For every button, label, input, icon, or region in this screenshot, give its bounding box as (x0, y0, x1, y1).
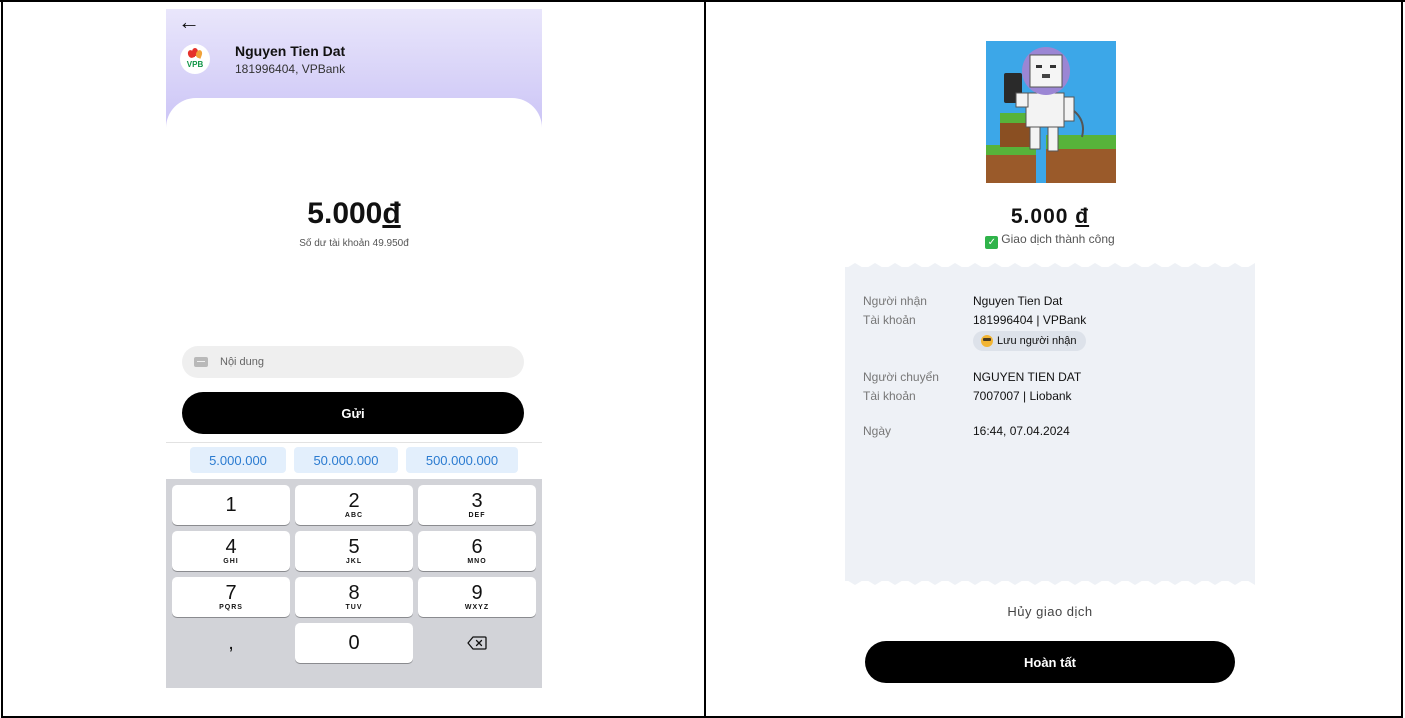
key-letters: DEF (468, 511, 486, 519)
key-4[interactable]: 4 GHI (172, 531, 290, 571)
key-digit: 8 (348, 581, 360, 604)
key-digit: 1 (225, 494, 237, 516)
recipient-account: 181996404, VPBank (235, 62, 346, 76)
key-9[interactable]: 9 WXYZ (418, 577, 536, 617)
receiver-name: Nguyen Tien Dat (973, 294, 1063, 308)
key-letters: WXYZ (464, 603, 490, 611)
amount-display[interactable]: 5.000đ (166, 197, 542, 231)
backspace-icon (467, 636, 487, 650)
vpbank-logo: VPB (180, 44, 210, 74)
currency-symbol: đ (382, 197, 401, 230)
key-digit: 0 (348, 632, 360, 654)
done-button[interactable]: Hoàn tất (865, 641, 1235, 683)
key-7[interactable]: 7 PQRS (172, 577, 290, 617)
transaction-status: ✓ Giao dịch thành công (845, 232, 1255, 249)
receipt-bottom-edge (845, 579, 1255, 585)
divider (166, 442, 542, 443)
suggestion-chip[interactable]: 5.000.000 (190, 447, 286, 473)
sender-label: Người chuyển (863, 370, 939, 384)
key-digit: 4 (225, 535, 237, 558)
message-icon (194, 357, 208, 367)
key-letters: TUV (345, 603, 363, 611)
cancel-transaction-link[interactable]: Hủy giao dịch (845, 604, 1255, 619)
note-placeholder: Nội dung (220, 356, 265, 368)
recipient-name: Nguyen Tien Dat (235, 43, 346, 59)
receiver-label: Người nhận (863, 294, 927, 308)
recipient-avatar (986, 41, 1116, 183)
key-8[interactable]: 8 TUV (295, 577, 413, 617)
receipt-amount: 5.000 đ (845, 205, 1255, 229)
receipt-top-edge (845, 263, 1255, 269)
amount-suggestions: 5.000.000 50.000.000 500.000.000 (166, 447, 542, 473)
suggestion-chip[interactable]: 500.000.000 (406, 447, 518, 473)
sender-account-label: Tài khoản (863, 389, 916, 403)
key-letters: PQRS (219, 603, 243, 611)
key-6[interactable]: 6 MNO (418, 531, 536, 571)
key-digit: 3 (471, 489, 483, 512)
table-divider (704, 0, 706, 718)
account-balance: Số dư tài khoản 49.950đ (299, 238, 409, 249)
backspace-key[interactable] (418, 623, 536, 663)
key-digit: 5 (348, 535, 360, 558)
suggestion-chip[interactable]: 50.000.000 (294, 447, 398, 473)
key-0[interactable]: 0 (295, 623, 413, 663)
key-digit: 9 (471, 581, 483, 604)
send-button[interactable]: Gửi (182, 392, 524, 434)
receiver-account-label: Tài khoản (863, 313, 916, 327)
key-letters: GHI (223, 557, 239, 565)
key-2[interactable]: 2 ABC (295, 485, 413, 525)
receipt-details: Người nhận Nguyen Tien Dat Tài khoản 181… (845, 263, 1255, 585)
key-letters: JKL (345, 557, 363, 565)
receipt-screen: 5.000 đ ✓ Giao dịch thành công Người nhận… (845, 9, 1255, 699)
save-recipient-button[interactable]: Lưu người nhận (973, 331, 1087, 351)
numeric-keypad: 1 2 ABC 3 DEF 4 GHI 5 JKL 6 MNO 7 PQRS 8 TUV 9W… (166, 479, 542, 688)
key-letters: MNO (467, 557, 487, 565)
currency-symbol: đ (1075, 205, 1090, 228)
key-digit: , (228, 632, 234, 654)
date-value: 16:44, 07.04.2024 (973, 424, 1070, 438)
key-3[interactable]: 3 DEF (418, 485, 536, 525)
transfer-screen: ← VPB Nguyen Tien Dat 181996404, VPBank … (166, 9, 542, 688)
check-icon: ✓ (985, 236, 999, 249)
amount-value: 5.000 (307, 197, 383, 230)
amount-value: 5.000 (1010, 205, 1069, 228)
key-comma[interactable]: , (172, 623, 290, 663)
date-label: Ngày (863, 424, 892, 438)
sender-name: NGUYEN TIEN DAT (973, 370, 1082, 384)
key-5[interactable]: 5 JKL (295, 531, 413, 571)
key-digit: 2 (348, 489, 360, 512)
receiver-account: 181996404 | VPBank (973, 313, 1087, 327)
status-text: Giao dịch thành công (1001, 232, 1115, 246)
arrow-left-icon[interactable]: ← (178, 11, 200, 33)
key-digit: 6 (471, 535, 483, 558)
note-input[interactable]: Nội dung (182, 346, 524, 378)
smile-icon (981, 335, 993, 347)
sender-account: 7007007 | Liobank (973, 389, 1072, 403)
bank-logo-text: VPB (186, 59, 204, 69)
key-letters: ABC (344, 511, 364, 519)
save-recipient-label: Lưu người nhận (997, 335, 1077, 347)
key-1[interactable]: 1 (172, 485, 290, 525)
avatar-illustration (986, 41, 1116, 183)
flower-icon (186, 47, 204, 60)
key-digit: 7 (225, 581, 237, 604)
